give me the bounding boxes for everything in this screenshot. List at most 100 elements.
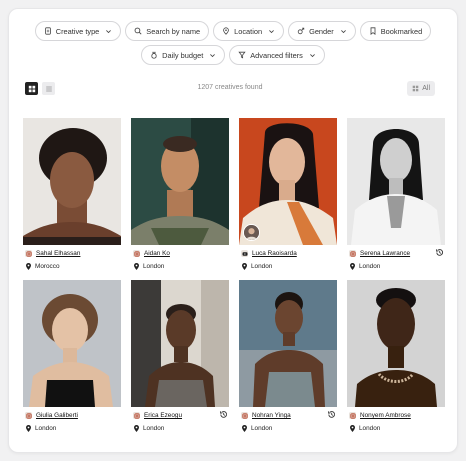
- creative-location: London: [35, 425, 57, 432]
- all-select-button[interactable]: All: [407, 81, 435, 96]
- creative-meta: Sahal Elhassan Morocco: [23, 245, 121, 273]
- creative-location: London: [359, 425, 381, 432]
- creator-avatar: [243, 224, 260, 241]
- instagram-icon: [25, 250, 32, 257]
- advanced-filters-button[interactable]: Advanced filters: [229, 45, 325, 65]
- creative-name-link[interactable]: Nohran Yinga: [252, 412, 291, 419]
- advanced-filters-label: Advanced filters: [250, 50, 303, 60]
- creative-location: London: [251, 263, 273, 270]
- creative-card[interactable]: Aidan Ko London: [131, 118, 229, 273]
- creative-photo[interactable]: [131, 118, 229, 245]
- results-toolbar: 1207 creatives found All: [25, 81, 435, 96]
- history-icon[interactable]: [435, 248, 444, 257]
- creative-meta: Nohran Yinga London: [239, 407, 337, 435]
- search-icon: [134, 27, 142, 35]
- instagram-icon: [133, 250, 140, 257]
- portrait-image: [239, 280, 337, 407]
- bookmarked-filter[interactable]: Bookmarked: [359, 21, 432, 41]
- creative-card[interactable]: Giulia Galiberti London: [23, 280, 121, 435]
- creative-card[interactable]: Nohran Yinga London: [239, 280, 337, 435]
- creative-location: London: [143, 263, 165, 270]
- location-pin-icon: [26, 263, 31, 270]
- creative-name-link[interactable]: Sahal Elhassan: [36, 250, 80, 257]
- daily-budget-label: Daily budget: [162, 50, 204, 60]
- creative-photo[interactable]: [23, 280, 121, 407]
- portrait-image: [131, 280, 229, 407]
- bookmark-icon: [370, 27, 376, 35]
- creative-name-link[interactable]: Nonyem Ambrose: [360, 412, 411, 419]
- chevron-down-icon: [210, 53, 216, 57]
- gender-filter[interactable]: Gender: [288, 21, 356, 41]
- search-input[interactable]: Search by name: [125, 21, 210, 41]
- creative-card[interactable]: Sahal Elhassan Morocco: [23, 118, 121, 273]
- chevron-down-icon: [340, 29, 346, 33]
- chevron-down-icon: [269, 29, 274, 33]
- history-icon[interactable]: [327, 410, 336, 419]
- creative-meta: Erica Ezeogu London: [131, 407, 229, 435]
- creative-location: London: [143, 425, 165, 432]
- creative-name-link[interactable]: Serena Lawrance: [360, 250, 410, 257]
- instagram-icon: [349, 412, 356, 419]
- creative-location: Morocco: [35, 263, 60, 270]
- creative-photo[interactable]: [131, 280, 229, 407]
- gender-label: Gender: [309, 26, 334, 36]
- creative-card[interactable]: Erica Ezeogu London: [131, 280, 229, 435]
- daily-budget-filter[interactable]: Daily budget: [141, 45, 226, 65]
- location-label: Location: [234, 26, 263, 36]
- chevron-down-icon: [106, 29, 112, 33]
- all-label: All: [422, 85, 430, 92]
- creative-photo[interactable]: [347, 118, 445, 245]
- creative-name-link[interactable]: Aidan Ko: [144, 250, 170, 257]
- portrait-image: [347, 118, 445, 245]
- results-count: 1207 creatives found: [197, 84, 263, 91]
- creative-name-link[interactable]: Erica Ezeogu: [144, 412, 182, 419]
- grid-icon: [412, 85, 419, 92]
- filter-row-1: Creative type Search by name Location Ge…: [9, 21, 457, 41]
- creative-location: London: [251, 425, 273, 432]
- creative-meta: Luca Raoisarda London: [239, 245, 337, 273]
- portrait-image: [23, 118, 121, 245]
- gender-icon: [297, 27, 305, 35]
- creative-card[interactable]: Luca Raoisarda London: [239, 118, 337, 273]
- location-icon: [223, 27, 229, 35]
- document-icon: [44, 27, 51, 35]
- youtube-icon: [241, 250, 248, 257]
- creative-type-label: Creative type: [55, 26, 100, 36]
- chevron-down-icon: [309, 53, 315, 57]
- creative-type-filter[interactable]: Creative type: [34, 21, 122, 41]
- portrait-image: [347, 280, 445, 407]
- location-pin-icon: [134, 425, 139, 432]
- portrait-image: [131, 118, 229, 245]
- funnel-icon: [238, 51, 246, 59]
- instagram-icon: [349, 250, 356, 257]
- creative-photo[interactable]: [23, 118, 121, 245]
- location-pin-icon: [242, 425, 247, 432]
- location-filter[interactable]: Location: [213, 21, 285, 41]
- creative-card[interactable]: Nonyem Ambrose London: [347, 280, 445, 435]
- creative-meta: Serena Lawrance London: [347, 245, 445, 273]
- bookmarked-label: Bookmarked: [380, 26, 423, 36]
- creative-meta: Aidan Ko London: [131, 245, 229, 273]
- location-pin-icon: [350, 263, 355, 270]
- filter-row-2: Daily budget Advanced filters: [9, 45, 457, 65]
- instagram-icon: [25, 412, 32, 419]
- creative-photo[interactable]: [239, 118, 337, 245]
- creative-meta: Nonyem Ambrose London: [347, 407, 445, 435]
- filter-bar: Creative type Search by name Location Ge…: [9, 21, 457, 69]
- creative-meta: Giulia Galiberti London: [23, 407, 121, 435]
- search-placeholder: Search by name: [146, 26, 201, 36]
- location-pin-icon: [26, 425, 31, 432]
- creative-card[interactable]: Serena Lawrance London: [347, 118, 445, 273]
- location-pin-icon: [350, 425, 355, 432]
- creative-photo[interactable]: [239, 280, 337, 407]
- portrait-image: [23, 280, 121, 407]
- history-icon[interactable]: [219, 410, 228, 419]
- instagram-icon: [241, 412, 248, 419]
- creative-photo[interactable]: [347, 280, 445, 407]
- creative-name-link[interactable]: Luca Raoisarda: [252, 250, 297, 257]
- location-pin-icon: [242, 263, 247, 270]
- instagram-icon: [133, 412, 140, 419]
- creative-name-link[interactable]: Giulia Galiberti: [36, 412, 78, 419]
- location-pin-icon: [134, 263, 139, 270]
- app-window: Creative type Search by name Location Ge…: [8, 8, 458, 453]
